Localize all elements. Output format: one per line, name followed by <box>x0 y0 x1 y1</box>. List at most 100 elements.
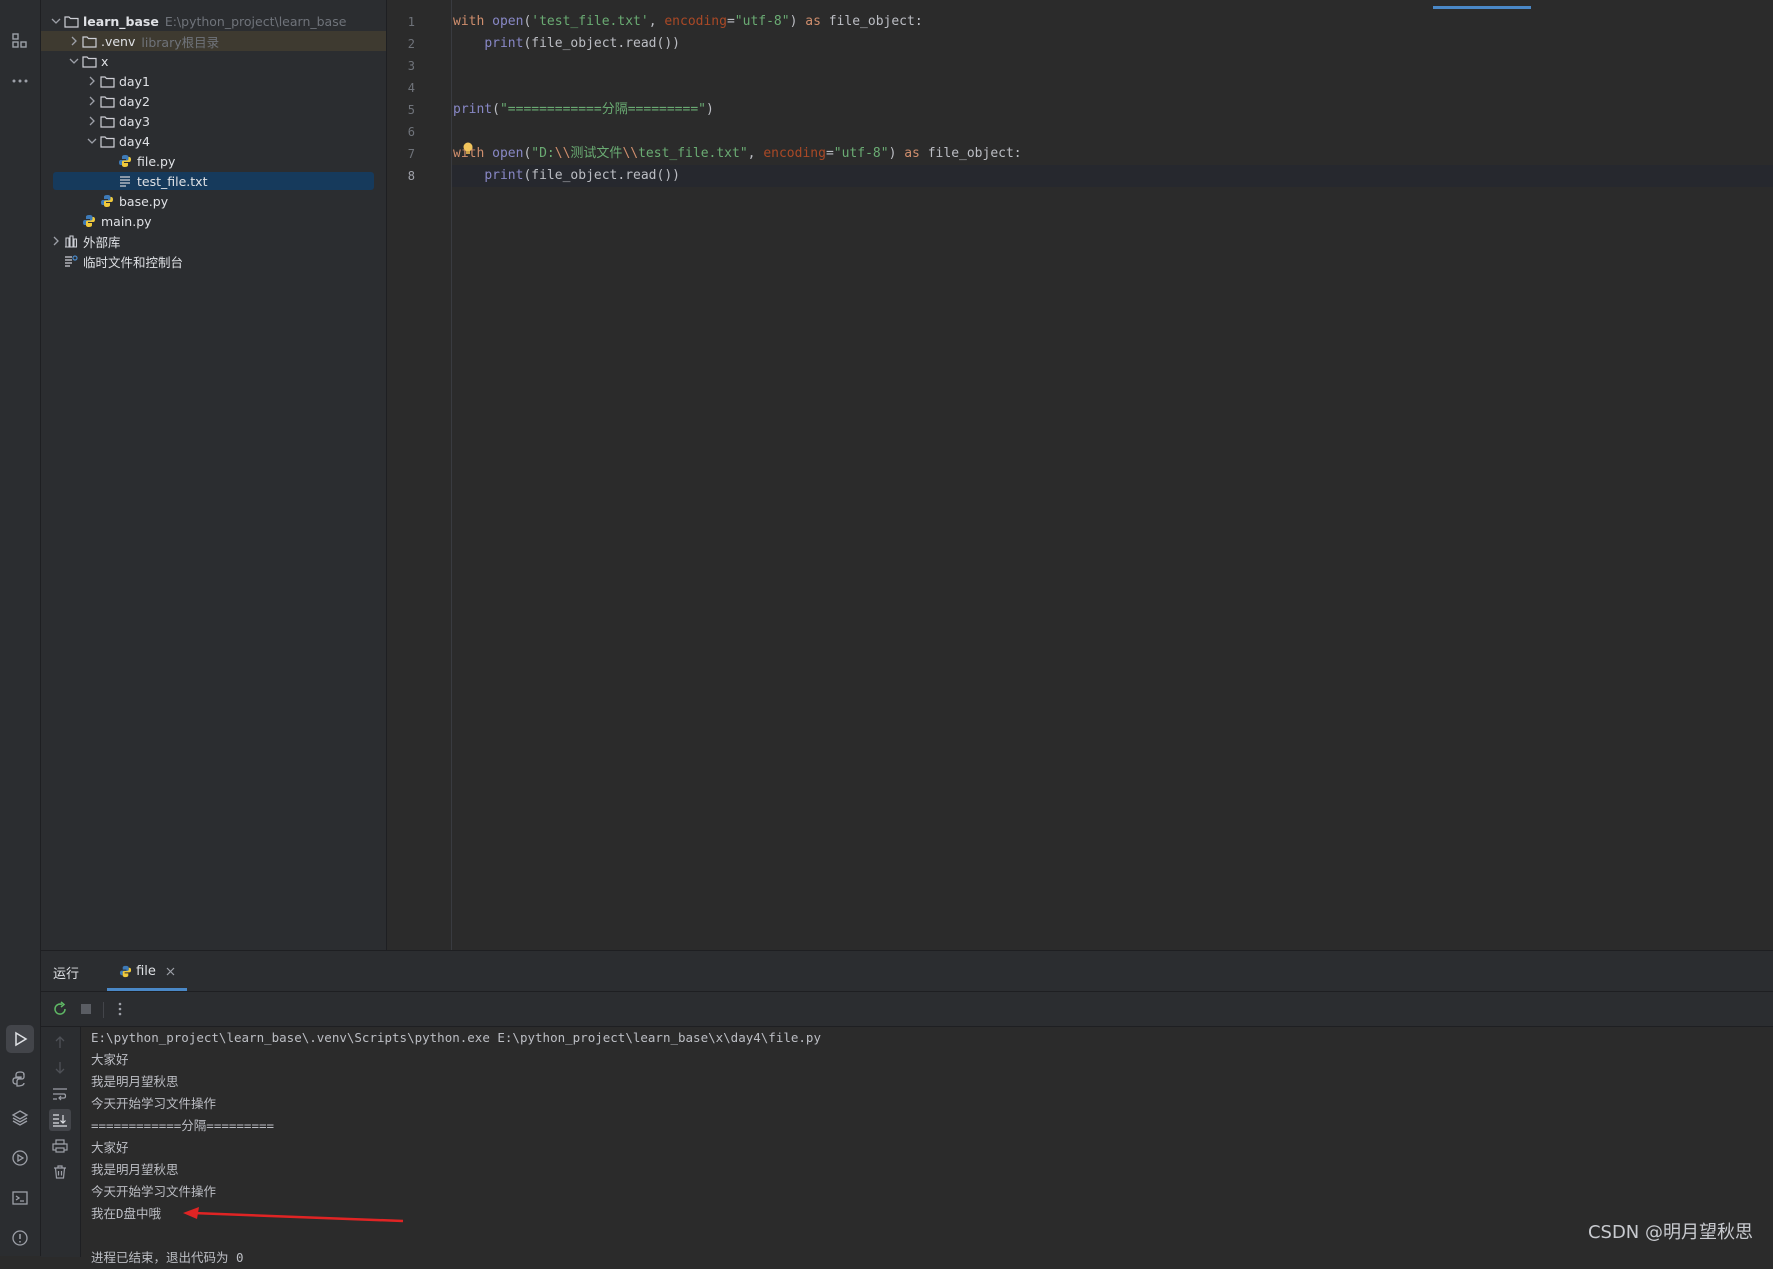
python-file-icon <box>119 965 132 978</box>
project-tree: learn_base E:\python_project\learn_base … <box>41 0 387 950</box>
layers-icon[interactable] <box>6 1104 34 1132</box>
arrow-up-icon[interactable] <box>49 1031 71 1053</box>
tree-item-base-py[interactable]: base.py <box>41 191 386 211</box>
close-icon[interactable] <box>166 967 175 976</box>
x-label: x <box>101 53 109 69</box>
tree-item-day3[interactable]: day3 <box>41 111 386 131</box>
day3-label: day3 <box>119 113 150 129</box>
selection-highlight <box>53 172 374 190</box>
chevron-right-icon[interactable] <box>85 94 99 108</box>
line-gutter: 1 2 3 4 5 6 7 8 <box>387 0 452 950</box>
terminal-icon[interactable] <box>6 1184 34 1212</box>
text-file-icon <box>117 173 133 189</box>
library-icon <box>63 233 79 249</box>
root-label: learn_base <box>83 13 159 29</box>
folder-icon <box>99 113 115 129</box>
line-number: 5 <box>407 103 415 117</box>
scratches-icon <box>63 253 79 269</box>
line-number: 6 <box>407 125 415 139</box>
chevron-down-icon[interactable] <box>85 134 99 148</box>
folder-icon <box>81 33 97 49</box>
chevron-right-icon[interactable] <box>67 34 81 48</box>
problems-icon[interactable] <box>6 1224 34 1252</box>
tree-item-x[interactable]: x <box>41 51 386 71</box>
console-line: 我是明月望秋思 <box>91 1074 179 1089</box>
run-panel: 运行 file E:\python_project\learn_base\.ve… <box>41 950 1773 1265</box>
console-line: E:\python_project\learn_base\.venv\Scrip… <box>91 1030 821 1045</box>
services-icon[interactable] <box>6 1144 34 1172</box>
python-file-icon <box>81 213 97 229</box>
chevron-right-icon[interactable] <box>85 74 99 88</box>
test-file-label: test_file.txt <box>137 173 208 189</box>
tree-item-file-py[interactable]: file.py <box>41 151 386 171</box>
tree-item-external-libs[interactable]: 外部库 <box>41 231 386 251</box>
folder-icon <box>99 133 115 149</box>
root-path: E:\python_project\learn_base <box>164 13 347 29</box>
code-line-5[interactable]: print("============分隔=========") <box>453 99 714 121</box>
chevron-right-icon[interactable] <box>85 114 99 128</box>
run-toolbar <box>41 992 1773 1027</box>
console-side-toolbar <box>41 1027 79 1257</box>
tree-item-day2[interactable]: day2 <box>41 91 386 111</box>
arrow-down-icon[interactable] <box>49 1057 71 1079</box>
watermark: CSDN @明月望秋思 <box>1587 1222 1753 1243</box>
python-file-icon <box>117 153 133 169</box>
folder-icon <box>63 13 79 29</box>
tree-item-root[interactable]: learn_base E:\python_project\learn_base <box>41 11 386 31</box>
console-line: ============分隔========= <box>91 1118 275 1133</box>
venv-label: .venv <box>101 33 136 49</box>
tree-item-day4[interactable]: day4 <box>41 131 386 151</box>
more-tools-icon[interactable] <box>6 67 34 95</box>
tree-item-scratches[interactable]: 临时文件和控制台 <box>41 251 386 271</box>
main-py-label: main.py <box>101 213 152 229</box>
stop-icon[interactable] <box>77 1000 95 1018</box>
chevron-down-icon[interactable] <box>67 54 81 68</box>
code-line-7[interactable]: with open("D:\\测试文件\\test_file.txt", enc… <box>453 143 1022 165</box>
tab-file-label: file <box>136 963 156 979</box>
tree-item-test-file[interactable]: test_file.txt <box>41 171 386 191</box>
console-line: 大家好 <box>91 1140 129 1155</box>
venv-hint: library根目录 <box>141 34 220 50</box>
code-line-8[interactable]: print(file_object.read()) <box>453 165 680 187</box>
tree-item-venv[interactable]: .venv library根目录 <box>41 31 386 51</box>
folder-icon <box>99 73 115 89</box>
code-line-2[interactable]: print(file_object.read()) <box>453 33 680 55</box>
tab-underline <box>107 988 187 991</box>
tree-item-day1[interactable]: day1 <box>41 71 386 91</box>
file-py-label: file.py <box>137 153 176 169</box>
line-number: 8 <box>407 169 415 183</box>
chevron-right-icon[interactable] <box>49 234 63 248</box>
chevron-down-icon[interactable] <box>49 14 63 28</box>
folder-icon <box>81 53 97 69</box>
console-line: 进程已结束，退出代码为 0 <box>91 1250 244 1265</box>
line-number: 2 <box>407 37 415 51</box>
day1-label: day1 <box>119 73 150 89</box>
run-tabs: 运行 file <box>41 951 1773 992</box>
code-editor[interactable]: 1 2 3 4 5 6 7 8 with open('test_file.txt… <box>387 0 1773 950</box>
folder-icon <box>99 93 115 109</box>
python-file-icon <box>99 193 115 209</box>
scratches-label: 临时文件和控制台 <box>83 254 184 270</box>
run-tool-icon[interactable] <box>6 1025 34 1053</box>
lightbulb-icon[interactable] <box>462 142 474 156</box>
external-libs-label: 外部库 <box>83 234 121 250</box>
toolbar-divider <box>103 1002 104 1018</box>
soft-wrap-icon[interactable] <box>49 1083 71 1105</box>
structure-icon[interactable] <box>6 27 34 55</box>
print-icon[interactable] <box>49 1135 71 1157</box>
more-options-icon[interactable] <box>111 1000 129 1018</box>
day2-label: day2 <box>119 93 150 109</box>
console-output[interactable]: E:\python_project\learn_base\.venv\Scrip… <box>80 1027 1773 1265</box>
tab-file[interactable]: file <box>107 951 187 991</box>
python-console-icon[interactable] <box>6 1065 34 1093</box>
annotation-arrow <box>183 1207 404 1223</box>
console-line: 我是明月望秋思 <box>91 1162 179 1177</box>
rerun-icon[interactable] <box>51 1000 69 1018</box>
line-number: 7 <box>407 147 415 161</box>
tree-item-main-py[interactable]: main.py <box>41 211 386 231</box>
scroll-to-end-icon[interactable] <box>49 1109 71 1131</box>
code-line-1[interactable]: with open('test_file.txt', encoding="utf… <box>453 11 923 33</box>
console-line: 大家好 <box>91 1052 129 1067</box>
trash-icon[interactable] <box>49 1161 71 1183</box>
console-line: 今天开始学习文件操作 <box>91 1184 217 1199</box>
